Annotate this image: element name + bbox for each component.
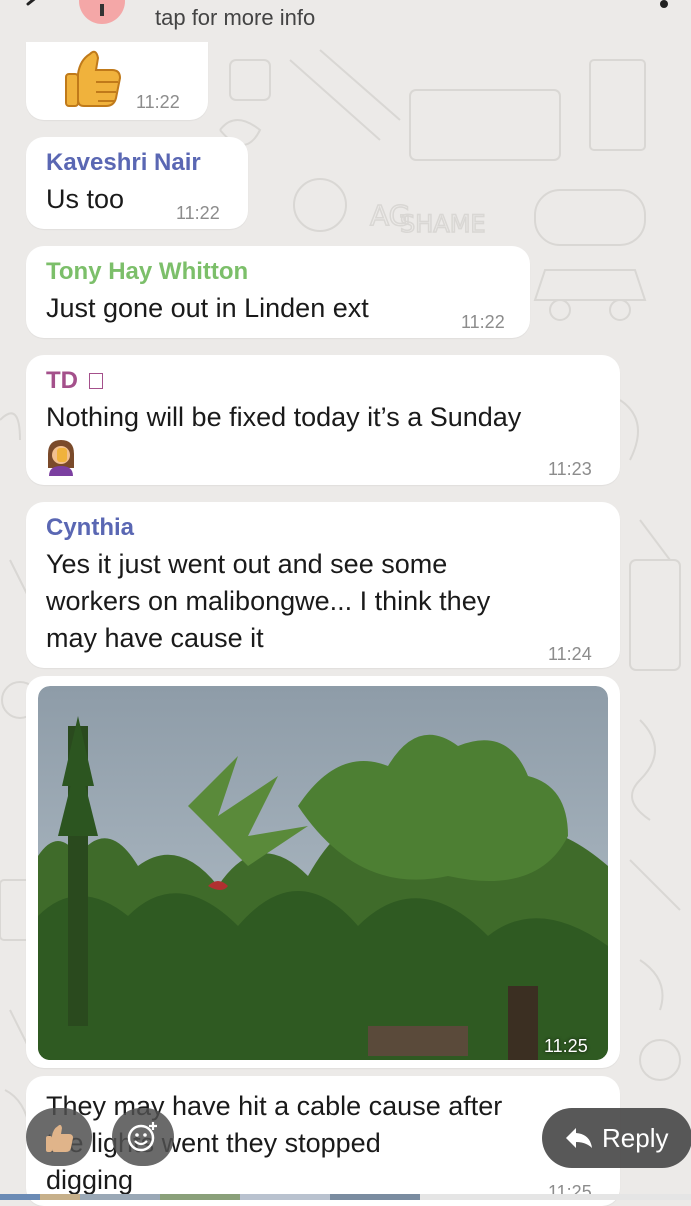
- photo-trees-image[interactable]: [38, 686, 608, 1060]
- chat-header[interactable]: tap for more info: [0, 0, 691, 36]
- svg-text:SHAME: SHAME: [400, 210, 486, 238]
- message-bubble[interactable]: Cynthia Yes it just went out and see som…: [26, 502, 620, 668]
- unsupported-glyph-icon: [88, 373, 103, 389]
- header-subtitle: tap for more info: [155, 5, 316, 30]
- photo-time-overlay: 11:25: [544, 1036, 588, 1056]
- add-reaction-button[interactable]: [112, 1108, 174, 1166]
- message-bubble[interactable]: Kaveshri Nair Us too 11:22: [26, 137, 248, 229]
- photo-message-bubble[interactable]: 11:25: [26, 676, 620, 1068]
- reply-button[interactable]: Reply: [542, 1108, 691, 1168]
- message-bubble[interactable]: TD Nothing will be fixed today it’s a Su…: [26, 355, 620, 485]
- message-time: 11:24: [548, 644, 592, 664]
- reply-arrow-icon: [566, 1128, 592, 1148]
- message-text: Just gone out in Linden ext: [46, 293, 369, 323]
- group-avatar[interactable]: [79, 0, 125, 24]
- back-arrow-icon[interactable]: [14, 0, 54, 14]
- message-text: Nothing will be fixed today it’s a Sunda…: [46, 402, 522, 432]
- message-time: 11:22: [136, 92, 180, 112]
- message-time: 11:22: [176, 203, 220, 223]
- thumbs-up-icon: [46, 1124, 73, 1152]
- bottom-thumbnail-strip: [0, 1194, 691, 1200]
- sender-name[interactable]: Tony Hay Whitton: [46, 258, 248, 286]
- reply-label: Reply: [602, 1122, 669, 1153]
- message-text: Yes it just went out and see some worker…: [46, 549, 491, 653]
- react-thumbs-button[interactable]: [26, 1108, 92, 1166]
- group-avatar-icon: [100, 4, 104, 16]
- thumbs-up-emoji-icon: [65, 50, 122, 107]
- sender-name[interactable]: Cynthia: [46, 514, 134, 542]
- message-time: 11:22: [461, 312, 505, 332]
- sender-name[interactable]: Kaveshri Nair: [46, 149, 201, 177]
- message-bubble[interactable]: 11:22: [26, 42, 208, 120]
- sender-name[interactable]: TD: [46, 367, 103, 395]
- add-reaction-icon: [127, 1122, 157, 1152]
- message-text: Us too: [46, 184, 125, 214]
- message-time: 11:23: [548, 459, 592, 479]
- message-bubble[interactable]: Tony Hay Whitton Just gone out in Linden…: [26, 246, 530, 338]
- sender-name-text: TD: [46, 367, 78, 394]
- more-options-icon[interactable]: [654, 0, 674, 16]
- woman-facepalming-emoji-icon: [48, 440, 74, 476]
